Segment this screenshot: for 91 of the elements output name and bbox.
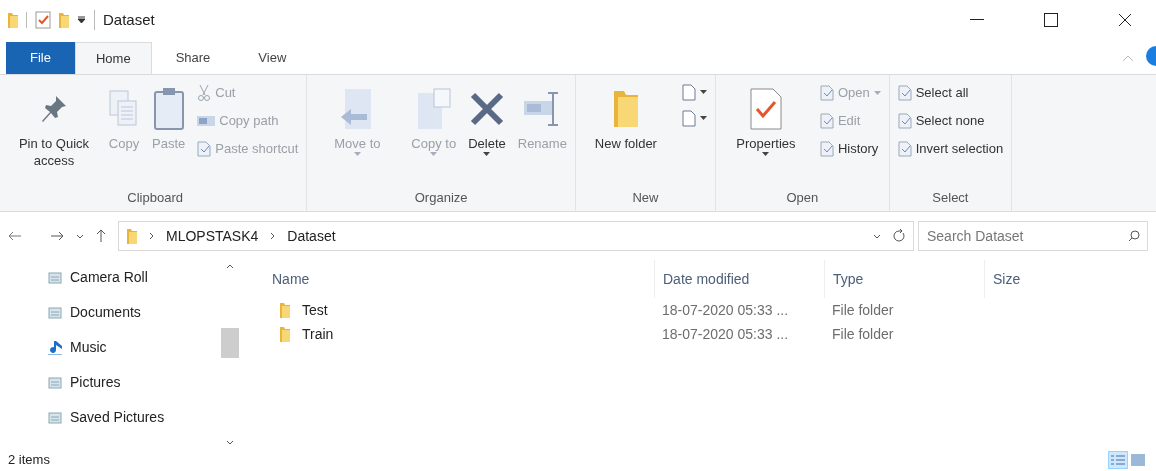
document-icon	[819, 85, 834, 101]
ribbon-button[interactable]: Select all	[893, 79, 1008, 107]
ribbon-button[interactable]: New folder	[579, 79, 672, 183]
window-title: Dataset	[103, 9, 155, 30]
back-icon[interactable]	[8, 231, 22, 241]
breadcrumb-item[interactable]: Dataset	[287, 225, 336, 247]
caret-icon	[699, 90, 707, 94]
ribbon-tab[interactable]: File	[6, 42, 75, 74]
column-header[interactable]: Name	[264, 260, 654, 298]
table-cell-text: File folder	[831, 324, 895, 344]
address-bar[interactable]: MLOPSTASK4 Dataset	[118, 221, 914, 251]
document-icon	[679, 109, 696, 127]
group-label: New	[631, 188, 660, 207]
clipboard-icon	[152, 87, 185, 131]
table-cell-text: 18-07-2020 05:33 ...	[661, 324, 790, 344]
document-icon	[48, 375, 62, 390]
copy-icon	[415, 87, 452, 131]
table-cell-text: 18-07-2020 05:33 ...	[661, 300, 790, 320]
folder-icon	[280, 326, 290, 342]
column-header[interactable]: Date modified	[654, 260, 824, 298]
chevron-down-icon[interactable]	[873, 233, 881, 239]
table-cell-text: File folder	[831, 300, 895, 320]
sidebar-item[interactable]: Saved Pictures	[48, 400, 220, 435]
group-label: Select	[931, 188, 970, 207]
folder-icon	[280, 302, 290, 318]
ribbon-button[interactable]: Invert selection	[893, 135, 1008, 163]
sidebar-item[interactable]: Camera Roll	[48, 260, 220, 295]
search-icon[interactable]	[1128, 230, 1140, 242]
folder-icon	[8, 12, 18, 28]
customize-icon[interactable]	[77, 16, 86, 24]
ribbon-button[interactable]: Delete	[464, 79, 510, 183]
caret-icon	[483, 152, 491, 156]
minimize-icon	[970, 19, 984, 21]
search-field[interactable]: Search Dataset	[918, 221, 1148, 251]
sidebar-item[interactable]: Documents	[48, 295, 220, 330]
path-icon	[197, 116, 216, 126]
document-icon	[819, 141, 834, 157]
caret-icon	[353, 152, 361, 156]
file-name[interactable]: Train	[302, 323, 334, 345]
scissors-icon	[197, 85, 212, 101]
document-icon	[897, 85, 912, 101]
ribbon-tab[interactable]: View	[234, 42, 311, 74]
status-text: 2 items	[8, 451, 50, 470]
list-icon	[1111, 454, 1125, 466]
folder-icon	[127, 228, 137, 244]
up-arrow-icon[interactable]	[96, 229, 106, 243]
ribbon-tab[interactable]: Share	[151, 42, 235, 74]
group-label: Open	[785, 188, 820, 207]
document-icon	[897, 113, 912, 129]
ribbon-tab[interactable]: Home	[74, 42, 152, 74]
caret-icon	[699, 116, 707, 120]
document-icon	[819, 113, 834, 129]
document-icon	[897, 141, 912, 157]
properties-icon[interactable]	[35, 11, 51, 29]
folder-icon	[611, 89, 640, 129]
sidebar-item[interactable]: Pictures	[48, 365, 220, 400]
breadcrumb-item[interactable]: MLOPSTASK4	[166, 225, 259, 247]
column-header[interactable]: Type	[824, 260, 984, 298]
chevron-down-icon[interactable]	[76, 233, 84, 239]
scroll-down-icon	[226, 440, 234, 445]
chevron-right-icon	[149, 232, 154, 240]
column-header[interactable]: Size	[984, 260, 1124, 298]
caret-icon	[762, 152, 770, 156]
copy-icon	[108, 89, 140, 129]
group-label: Organize	[413, 188, 469, 207]
scroll-thumb[interactable]	[221, 327, 239, 358]
document-icon	[679, 83, 696, 101]
music-note-icon	[48, 340, 62, 355]
caret-icon	[873, 91, 881, 95]
ribbon-button[interactable]: Pin to Quick access	[8, 79, 100, 183]
sidebar-item[interactable]: Music	[48, 330, 220, 365]
file-name[interactable]: Test	[302, 299, 328, 321]
forward-icon[interactable]	[50, 231, 64, 241]
refresh-icon[interactable]	[893, 229, 905, 243]
close-icon	[1118, 13, 1132, 27]
image-icon	[1131, 454, 1145, 466]
document-icon	[48, 305, 62, 320]
properties-icon	[747, 87, 784, 131]
group-label: Clipboard	[126, 188, 184, 207]
caret-icon	[430, 152, 438, 156]
delete-icon	[468, 91, 505, 127]
shortcut-icon	[197, 141, 212, 157]
maximize-icon	[1044, 13, 1058, 27]
ribbon-button[interactable]: History	[815, 135, 885, 163]
ribbon-button[interactable]: Select none	[893, 107, 1008, 135]
new-folder-icon	[59, 12, 69, 28]
ribbon-button[interactable]: Properties	[719, 79, 812, 183]
document-icon	[48, 270, 62, 285]
scroll-up-icon	[226, 264, 234, 269]
document-icon	[48, 410, 62, 425]
chevron-right-icon	[270, 232, 276, 240]
